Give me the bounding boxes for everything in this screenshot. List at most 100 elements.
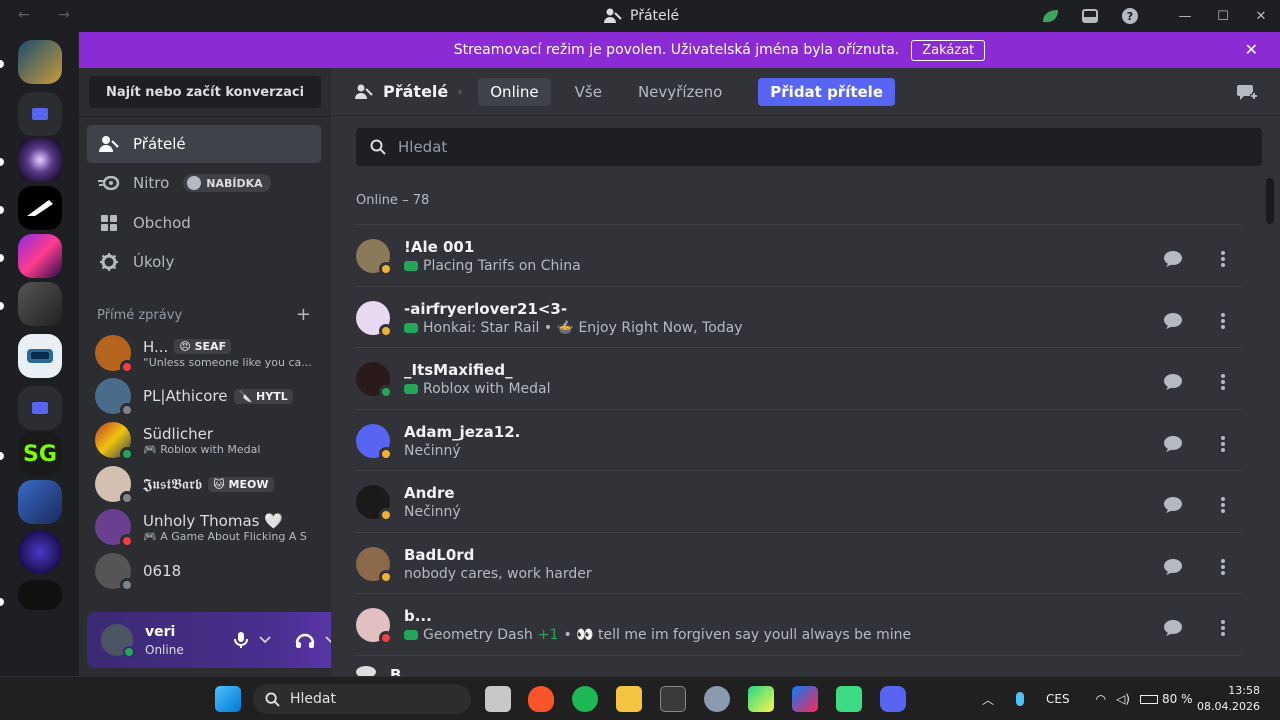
dm-item[interactable]: Unholy Thomas 🤍 🎮 A Game About Flicking … <box>87 505 321 549</box>
close-window-button[interactable]: ✕ <box>1242 0 1280 32</box>
nitro-icon <box>97 176 121 190</box>
message-icon[interactable] <box>1155 364 1191 400</box>
dm-item[interactable]: PL|Athicore 🔪 HYTL <box>87 374 321 418</box>
server-icon-grey[interactable] <box>18 282 62 326</box>
battery-icon[interactable] <box>1140 694 1158 704</box>
wifi-icon[interactable]: ◠ <box>1096 692 1106 706</box>
more-options-icon[interactable] <box>1205 364 1241 400</box>
spotify-icon[interactable] <box>572 686 598 712</box>
settings-app-icon[interactable] <box>704 686 730 712</box>
create-dm-button[interactable]: + <box>296 306 311 324</box>
intellij-icon[interactable] <box>792 686 818 712</box>
new-group-dm-icon[interactable] <box>1236 82 1258 106</box>
friend-row[interactable]: _ItsMaxified_ Roblox with Medal <box>356 347 1241 409</box>
message-icon[interactable] <box>1155 241 1191 277</box>
clock[interactable]: 13:58 08.04.2026 <box>1197 683 1260 715</box>
more-options-icon[interactable] <box>1205 241 1241 277</box>
friend-activity: Roblox with Medal <box>404 381 551 397</box>
activity-extra-count: +1 <box>537 626 559 643</box>
message-icon[interactable] <box>1155 610 1191 646</box>
nav-item-label: Přátelé <box>133 135 186 153</box>
tab-pending[interactable]: Nevyřízeno <box>626 78 734 106</box>
friend-row[interactable]: BadL0rd nobody cares, work harder <box>356 532 1241 594</box>
banner-close-icon[interactable]: ✕ <box>1245 40 1258 59</box>
scrollbar-thumb[interactable] <box>1266 178 1274 224</box>
inbox-icon[interactable] <box>1080 6 1100 26</box>
windows-start-icon[interactable] <box>215 686 241 712</box>
server-icon-n[interactable] <box>18 40 62 84</box>
dm-item[interactable]: Südlicher 🎮 Roblox with Medal <box>87 418 321 462</box>
friends-icon <box>97 135 121 153</box>
more-options-icon[interactable] <box>1205 487 1241 523</box>
server-icon-arrow[interactable] <box>18 186 62 230</box>
help-icon[interactable]: ? <box>1120 6 1140 26</box>
add-friend-button[interactable]: Přidat přítele <box>758 77 896 106</box>
find-conversation-button[interactable]: Najít nebo začít konverzaci <box>89 76 321 108</box>
discord-taskbar-icon[interactable] <box>880 686 906 712</box>
chevron-down-icon[interactable] <box>259 636 271 644</box>
microphone-icon[interactable] <box>1016 692 1025 706</box>
leaf-icon[interactable] <box>1040 6 1060 26</box>
disable-button[interactable]: Zakázat <box>911 39 986 61</box>
message-icon[interactable] <box>1155 426 1191 462</box>
search-input[interactable]: Hledat <box>356 128 1262 166</box>
friend-row[interactable]: b... Geometry Dash +1 • 👀 tell me im forgi… <box>356 593 1241 655</box>
taskbar-search[interactable]: Hledat <box>253 684 471 714</box>
nav-item-quests[interactable]: Úkoly <box>87 243 321 281</box>
friend-row[interactable]: Adam_jeza12. Nečinný <box>356 409 1241 471</box>
friend-row[interactable]: Andre Nečinný <box>356 470 1241 532</box>
shop-icon <box>97 214 121 232</box>
chevron-up-icon[interactable]: ︿ <box>982 691 994 708</box>
nav-item-friends[interactable]: Přátelé <box>87 125 321 163</box>
server-folder-icon[interactable] <box>18 92 62 136</box>
volume-icon[interactable]: ◁) <box>1116 692 1130 706</box>
more-options-icon[interactable] <box>1205 610 1241 646</box>
tab-all[interactable]: Vše <box>563 78 614 106</box>
terminal-icon[interactable] <box>660 686 686 712</box>
unread-pill <box>0 206 4 214</box>
friend-status-text: Nečinný <box>404 503 461 520</box>
brave-browser-icon[interactable] <box>528 686 554 712</box>
tab-online[interactable]: Online <box>478 77 551 106</box>
nav-arrows[interactable]: ← → <box>18 7 82 23</box>
minimize-button[interactable]: — <box>1166 0 1204 32</box>
language-indicator[interactable]: CES <box>1046 692 1070 706</box>
more-options-icon[interactable] <box>1205 303 1241 339</box>
friend-row[interactable]: -airfryerlover21<3- Honkai: Star Rail • … <box>356 286 1241 348</box>
server-icon-shield[interactable] <box>18 480 62 524</box>
server-icon-search[interactable] <box>18 580 62 610</box>
clock-date: 08.04.2026 <box>1197 700 1260 713</box>
nav-item-nitro[interactable]: Nitro NABÍDKA <box>87 164 321 202</box>
task-view-icon[interactable] <box>485 686 511 712</box>
status-online <box>120 447 134 461</box>
friend-activity-text: Honkai: Star Rail • 🍲 Enjoy Right Now, T… <box>423 319 743 336</box>
dm-activity: 🎮 A Game About Flicking A S <box>143 529 307 543</box>
friend-row[interactable]: !Ale 001 Placing Tarifs on China <box>356 224 1241 286</box>
message-icon[interactable] <box>1155 487 1191 523</box>
status-offline <box>120 491 134 505</box>
file-explorer-icon[interactable] <box>616 686 642 712</box>
dm-item[interactable]: H... 😠 SEAF “Unless someone like you ca..… <box>87 331 321 375</box>
server-icon-galaxy[interactable] <box>18 138 62 182</box>
server-icon-purple[interactable] <box>18 234 62 278</box>
server-icon-vr[interactable] <box>18 334 62 378</box>
more-options-icon[interactable] <box>1205 426 1241 462</box>
android-studio-icon[interactable] <box>836 686 862 712</box>
clock-icon <box>187 176 202 190</box>
search-icon <box>265 691 280 707</box>
microphone-button[interactable] <box>233 628 271 652</box>
message-icon[interactable] <box>1155 549 1191 585</box>
server-icon-vortex[interactable] <box>18 530 62 574</box>
server-icon-sg[interactable]: SG <box>18 432 62 476</box>
pycharm-icon[interactable] <box>748 686 774 712</box>
maximize-button[interactable]: ☐ <box>1204 0 1242 32</box>
nav-item-shop[interactable]: Obchod <box>87 204 321 242</box>
message-icon[interactable] <box>1155 303 1191 339</box>
server-folder-icon[interactable] <box>18 386 62 430</box>
dm-item[interactable]: 0618 <box>87 549 321 593</box>
friend-row[interactable]: B... <box>356 655 1241 676</box>
user-avatar[interactable] <box>101 624 135 658</box>
more-options-icon[interactable] <box>1205 549 1241 585</box>
window-title: Přátelé <box>604 8 679 24</box>
dm-item[interactable]: 𝕵𝖚𝖘𝖙𝕭𝖆𝖗𝖇 🐱 MEOW <box>87 462 321 506</box>
